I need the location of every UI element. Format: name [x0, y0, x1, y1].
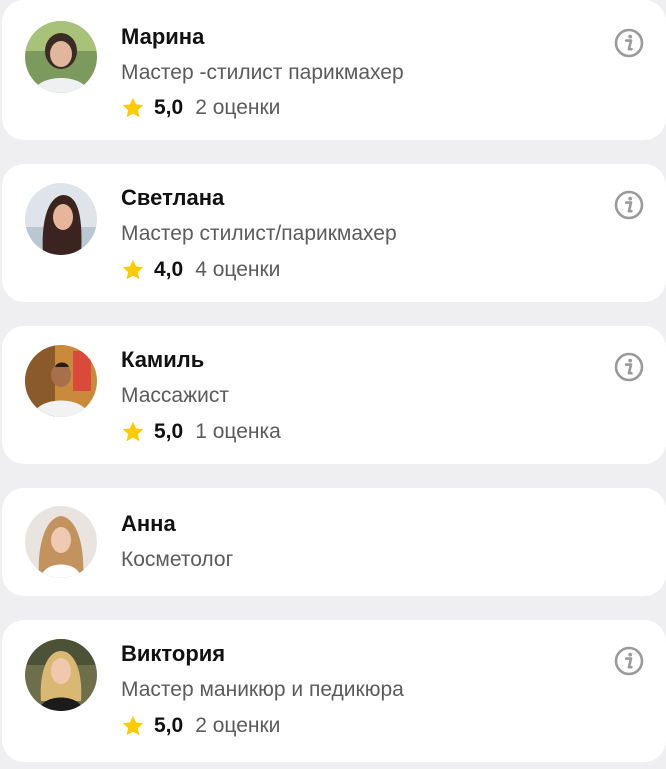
specialist-card-svetlana[interactable]: Светлана Мастер стилист/парикмахер 4,0 4…	[2, 164, 666, 302]
avatar	[25, 639, 97, 711]
rating-count: 1 оценка	[195, 420, 281, 443]
avatar	[25, 506, 97, 578]
avatar	[25, 21, 97, 93]
rating-row: 5,0 2 оценки	[121, 95, 280, 121]
rating-score: 4,0	[154, 258, 184, 281]
rating-score: 5,0	[154, 420, 184, 443]
specialist-name: Камиль	[121, 347, 205, 372]
rating-row: 5,0 2 оценки	[121, 713, 280, 739]
star-icon	[122, 421, 144, 442]
avatar	[25, 345, 97, 417]
avatar	[25, 183, 97, 255]
rating-row: 5,0 1 оценка	[121, 419, 281, 445]
specialist-name: Марина	[121, 24, 205, 49]
rating-count: 2 оценки	[195, 96, 281, 119]
specialist-role: Мастер стилист/парикмахер	[121, 222, 397, 245]
specialists-list: Марина Мастер -стилист парикмахер 5,0 2 …	[0, 0, 666, 769]
star-icon	[122, 97, 144, 118]
specialist-card-viktoria[interactable]: Виктория Мастер маникюр и педикюра 5,0 2…	[2, 620, 666, 762]
rating-count: 4 оценки	[195, 258, 281, 281]
specialist-role: Мастер маникюр и педикюра	[121, 678, 404, 701]
rating-row: 4,0 4 оценки	[121, 257, 280, 283]
specialist-name: Анна	[121, 511, 176, 536]
info-icon[interactable]	[614, 28, 644, 58]
specialist-card-marina[interactable]: Марина Мастер -стилист парикмахер 5,0 2 …	[2, 0, 666, 140]
rating-score: 5,0	[154, 96, 184, 119]
specialist-role: Массажист	[121, 384, 229, 407]
info-icon[interactable]	[614, 646, 644, 676]
specialist-name: Виктория	[121, 641, 226, 666]
info-icon[interactable]	[614, 352, 644, 382]
rating-count: 2 оценки	[195, 714, 281, 737]
specialist-card-anna[interactable]: Анна Косметолог	[2, 488, 666, 596]
info-icon[interactable]	[614, 190, 644, 220]
star-icon	[122, 715, 144, 736]
specialist-name: Светлана	[121, 185, 225, 210]
specialist-card-kamil[interactable]: Камиль Массажист 5,0 1 оценка	[2, 326, 666, 464]
specialist-role: Мастер -стилист парикмахер	[121, 61, 404, 84]
specialist-role: Косметолог	[121, 548, 234, 571]
star-icon	[122, 259, 144, 280]
rating-score: 5,0	[154, 714, 184, 737]
